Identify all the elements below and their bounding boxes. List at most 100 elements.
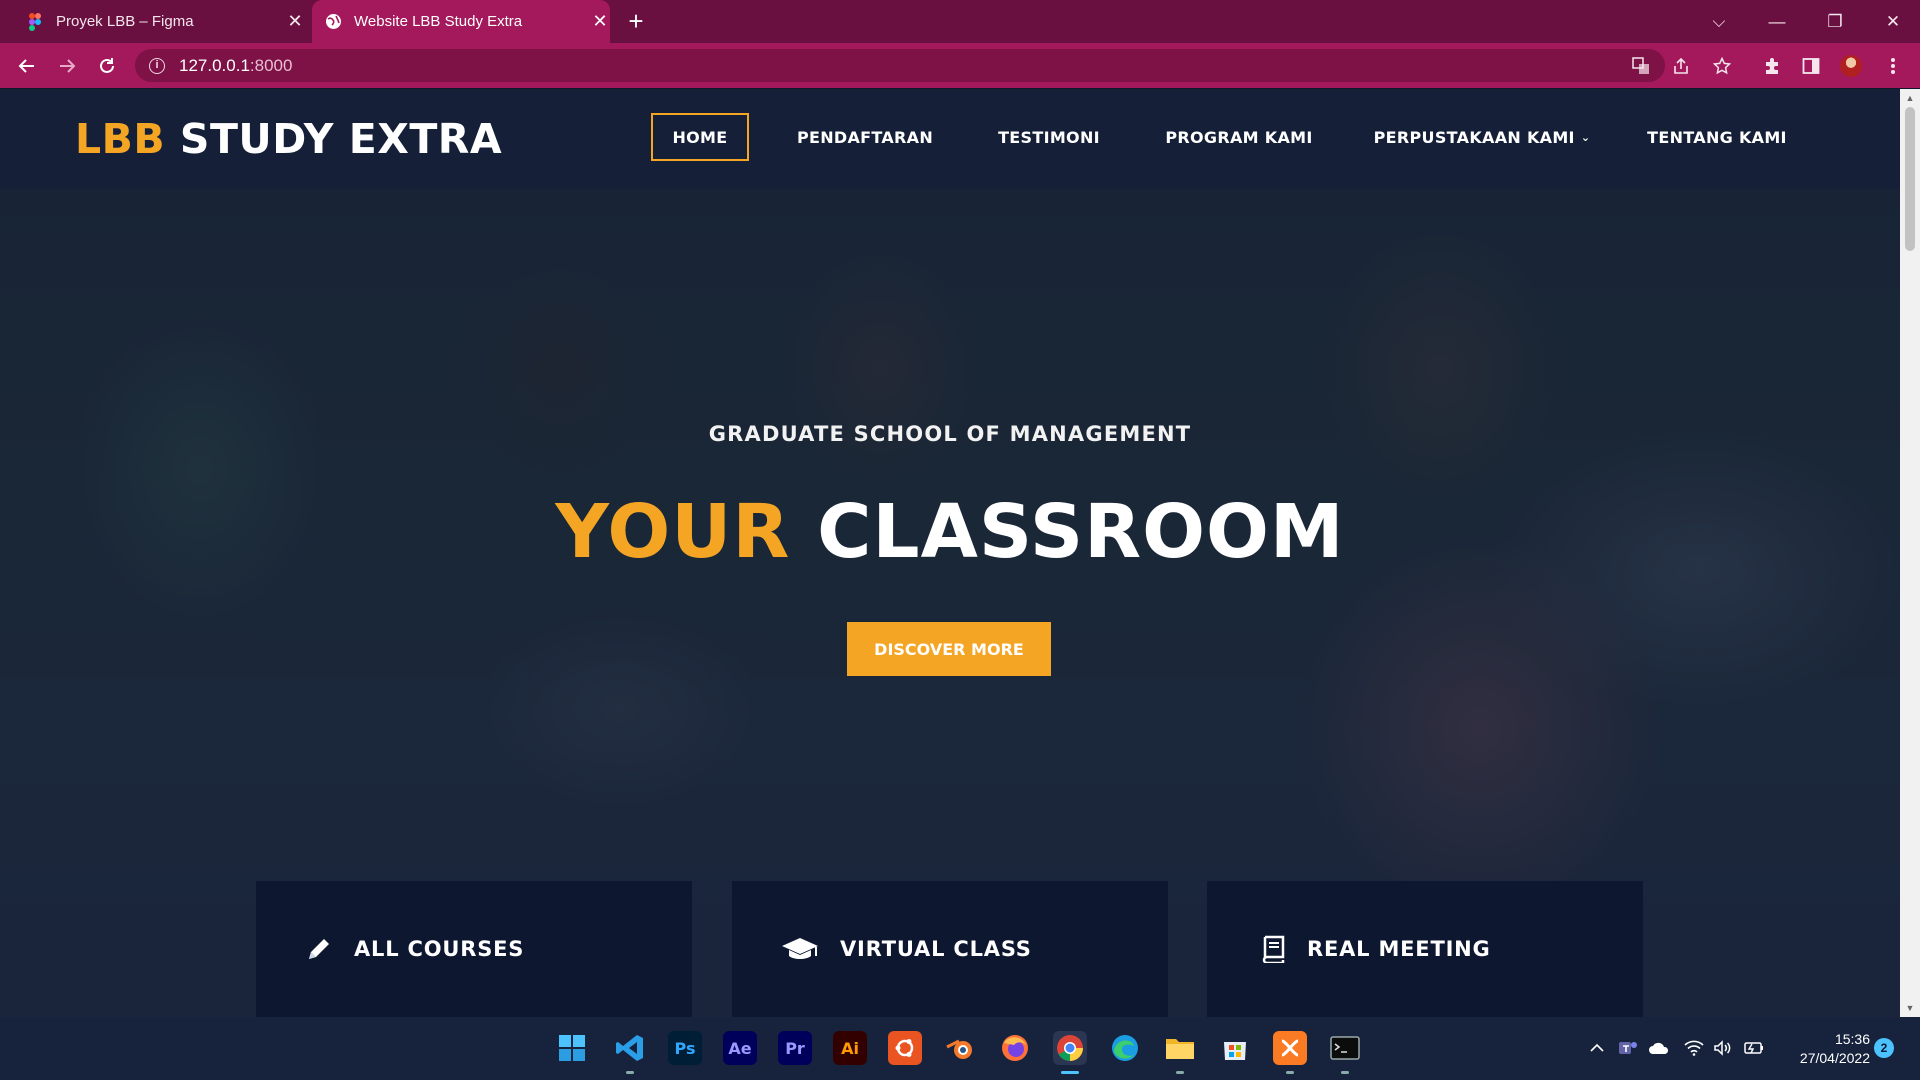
url-host: 127.0.0.1 xyxy=(179,55,250,75)
page-scrollbar[interactable]: ▲ ▼ xyxy=(1900,89,1920,1017)
nav-pendaftaran[interactable]: PENDAFTARAN xyxy=(785,113,945,161)
restore-button[interactable]: ❐ xyxy=(1806,0,1864,43)
nav-label: PERPUSTAKAAN KAMI xyxy=(1373,127,1575,147)
scroll-down-icon[interactable]: ▼ xyxy=(1900,1001,1920,1015)
feature-label: ALL COURSES xyxy=(354,937,525,961)
ubuntu-icon[interactable] xyxy=(888,1031,922,1065)
nav-home[interactable]: HOME xyxy=(651,113,749,161)
web-page: LBB STUDY EXTRA HOME PENDAFTARAN TESTIMO… xyxy=(0,89,1900,1017)
running-indicator xyxy=(1061,1071,1079,1074)
battery-icon[interactable] xyxy=(1742,1037,1764,1059)
app-label: Pr xyxy=(785,1038,805,1058)
site-logo[interactable]: LBB STUDY EXTRA xyxy=(75,115,502,163)
minimize-button[interactable]: — xyxy=(1748,0,1806,43)
nav-label: HOME xyxy=(672,127,728,147)
clock-date: 27/04/2022 xyxy=(1799,1050,1870,1066)
terminal-icon[interactable] xyxy=(1328,1031,1362,1074)
nav-testimoni[interactable]: TESTIMONI xyxy=(987,113,1111,161)
nav-label: TENTANG KAMI xyxy=(1647,127,1787,147)
feature-virtual-class[interactable]: VIRTUAL CLASS xyxy=(732,881,1168,1017)
site-info-icon[interactable]: i xyxy=(149,57,165,74)
wifi-icon[interactable] xyxy=(1683,1037,1705,1059)
running-indicator xyxy=(1341,1071,1349,1074)
vscode-icon[interactable] xyxy=(613,1031,647,1074)
photoshop-icon[interactable]: Ps xyxy=(668,1031,702,1065)
site-navbar: LBB STUDY EXTRA HOME PENDAFTARAN TESTIMO… xyxy=(0,89,1900,189)
windows-taskbar: Ps Ae Pr Ai 15:36 27/04/2022 2 xyxy=(0,1017,1920,1080)
globe-icon xyxy=(324,13,342,31)
app-label: Ae xyxy=(728,1038,752,1058)
file-explorer-icon[interactable] xyxy=(1163,1031,1197,1074)
teams-icon[interactable] xyxy=(1617,1037,1639,1059)
microsoft-store-icon[interactable] xyxy=(1218,1031,1252,1065)
after-effects-icon[interactable]: Ae xyxy=(723,1031,757,1065)
graduation-cap-icon xyxy=(780,934,820,964)
tab-search-icon[interactable]: ⌵ xyxy=(1690,0,1748,43)
app-label: Ai xyxy=(841,1038,859,1058)
forward-arrow-icon[interactable] xyxy=(54,53,80,79)
extensions-icon[interactable] xyxy=(1761,55,1783,77)
hero-subtitle: GRADUATE SCHOOL OF MANAGEMENT xyxy=(708,422,1192,446)
system-clock[interactable]: 15:36 27/04/2022 xyxy=(1770,1030,1870,1068)
bookmark-star-icon[interactable] xyxy=(1711,55,1733,77)
feature-real-meeting[interactable]: REAL MEETING xyxy=(1207,881,1643,1017)
windows-start-icon[interactable] xyxy=(555,1031,589,1065)
address-bar[interactable]: i 127.0.0.1:8000 xyxy=(135,49,1665,82)
nav-perpustakaan-kami[interactable]: PERPUSTAKAAN KAMI ⌄ xyxy=(1369,113,1595,161)
logo-text: STUDY EXTRA xyxy=(165,115,503,163)
chevron-up-icon[interactable] xyxy=(1586,1037,1608,1059)
browser-tab-bar: Proyek LBB – Figma ✕ Website LBB Study E… xyxy=(0,0,1920,43)
premiere-icon[interactable]: Pr xyxy=(778,1031,812,1065)
url-port: :8000 xyxy=(249,55,293,75)
nav-label: TESTIMONI xyxy=(998,127,1100,147)
onedrive-icon[interactable] xyxy=(1648,1037,1670,1059)
side-panel-icon[interactable] xyxy=(1800,55,1822,77)
tab-title: Proyek LBB – Figma xyxy=(56,13,194,30)
tab-title: Website LBB Study Extra xyxy=(354,13,523,30)
feature-label: REAL MEETING xyxy=(1307,937,1491,961)
illustrator-icon[interactable]: Ai xyxy=(833,1031,867,1065)
book-icon xyxy=(1257,934,1287,964)
translate-icon[interactable] xyxy=(1630,55,1652,77)
app-label: Ps xyxy=(674,1038,696,1058)
nav-label: PROGRAM KAMI xyxy=(1165,127,1313,147)
headline-rest: CLASSROOM xyxy=(790,489,1345,575)
feature-label: VIRTUAL CLASS xyxy=(840,937,1032,961)
nav-program-kami[interactable]: PROGRAM KAMI xyxy=(1159,113,1319,161)
clock-time: 15:36 xyxy=(1834,1031,1870,1047)
hero-headline: YOUR CLASSROOM xyxy=(0,489,1900,575)
firefox-icon[interactable] xyxy=(998,1031,1032,1065)
xampp-icon[interactable] xyxy=(1273,1031,1307,1074)
reload-icon[interactable] xyxy=(94,53,120,79)
tab-figma[interactable]: Proyek LBB – Figma ✕ xyxy=(20,0,305,43)
discover-more-button[interactable]: DISCOVER MORE xyxy=(847,622,1051,676)
feature-all-courses[interactable]: ALL COURSES xyxy=(256,881,692,1017)
chevron-down-icon: ⌄ xyxy=(1580,130,1591,144)
more-menu-icon[interactable] xyxy=(1882,55,1904,77)
new-tab-button[interactable]: + xyxy=(622,8,650,36)
profile-avatar[interactable] xyxy=(1840,55,1862,77)
chrome-icon[interactable] xyxy=(1053,1031,1087,1074)
scrollbar-thumb[interactable] xyxy=(1905,107,1915,251)
running-indicator xyxy=(1286,1071,1294,1074)
close-window-button[interactable]: ✕ xyxy=(1864,0,1920,43)
share-icon[interactable] xyxy=(1670,55,1692,77)
nav-tentang-kami[interactable]: TENTANG KAMI xyxy=(1640,113,1794,161)
running-indicator xyxy=(626,1071,634,1074)
logo-accent: LBB xyxy=(75,115,166,163)
pencil-icon xyxy=(304,934,334,964)
running-indicator xyxy=(1176,1071,1184,1074)
figma-icon xyxy=(26,12,44,31)
notification-badge[interactable]: 2 xyxy=(1874,1038,1894,1058)
browser-toolbar: i 127.0.0.1:8000 xyxy=(0,43,1920,88)
volume-icon[interactable] xyxy=(1712,1037,1734,1059)
close-tab-icon[interactable]: ✕ xyxy=(590,11,610,32)
headline-accent: YOUR xyxy=(555,489,791,575)
blender-icon[interactable] xyxy=(943,1031,977,1065)
edge-icon[interactable] xyxy=(1108,1031,1142,1065)
back-arrow-icon[interactable] xyxy=(14,53,40,79)
tab-website[interactable]: Website LBB Study Extra ✕ xyxy=(312,0,610,43)
scroll-up-icon[interactable]: ▲ xyxy=(1900,91,1920,105)
close-tab-icon[interactable]: ✕ xyxy=(285,11,305,32)
nav-label: PENDAFTARAN xyxy=(796,127,934,147)
